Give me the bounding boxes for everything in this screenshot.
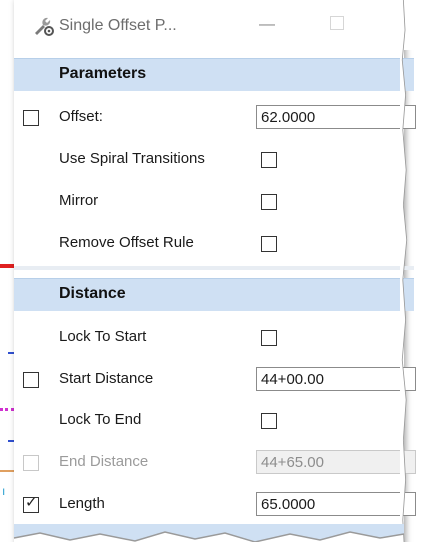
torn-edge-bottom — [0, 524, 425, 550]
remove-offset-rule-label: Remove Offset Rule — [59, 234, 194, 251]
end-distance-row: End Distance 44+65.00 — [14, 445, 416, 479]
offset-label: Offset: — [59, 108, 103, 125]
lock-to-start-label: Lock To Start — [59, 328, 147, 345]
use-spiral-transitions-label: Use Spiral Transitions — [59, 150, 205, 167]
use-spiral-transitions-row: Use Spiral Transitions — [14, 142, 414, 176]
window-title: Single Offset P... — [59, 17, 177, 34]
distance-section-header[interactable]: Distance — [14, 278, 414, 311]
start-distance-field[interactable]: 44+00.00 — [256, 367, 416, 391]
end-distance-field: 44+65.00 — [256, 450, 416, 474]
offset-field[interactable]: 62.0000 — [256, 105, 416, 129]
start-distance-lock-checkbox[interactable] — [23, 372, 39, 388]
parameters-header-label: Parameters — [59, 65, 147, 82]
mirror-label: Mirror — [59, 192, 99, 209]
offset-lock-checkbox[interactable] — [23, 110, 39, 126]
lock-to-start-row: Lock To Start — [14, 320, 414, 354]
use-spiral-transitions-checkbox[interactable] — [261, 152, 277, 168]
canvas-magenta-dash — [0, 408, 14, 414]
checkmark-icon: ✓ — [25, 494, 38, 511]
distance-header-label: Distance — [59, 285, 126, 302]
length-field[interactable]: 65.0000 — [256, 492, 416, 516]
length-row: ✓ Length 65.0000 — [14, 487, 416, 521]
start-distance-label: Start Distance — [59, 370, 154, 387]
remove-offset-rule-checkbox[interactable] — [261, 236, 277, 252]
offset-row: Offset: 62.0000 — [14, 100, 416, 134]
end-distance-lock-checkbox — [23, 455, 39, 471]
mirror-checkbox[interactable] — [261, 194, 277, 210]
torn-edge-right — [400, 0, 408, 550]
length-label: Length — [59, 495, 105, 512]
maximize-button[interactable] — [330, 16, 344, 30]
canvas-orange-line — [0, 470, 14, 472]
lock-to-start-checkbox[interactable] — [261, 330, 277, 346]
wrench-gear-icon — [35, 17, 54, 36]
lock-to-end-row: Lock To End — [14, 403, 414, 437]
start-distance-row: Start Distance 44+00.00 — [14, 362, 416, 396]
minimize-button[interactable]: — — [256, 16, 278, 34]
single-offset-dialog: Single Offset P... — Parameters Offset: … — [14, 0, 416, 550]
length-lock-checkbox[interactable]: ✓ — [23, 494, 39, 513]
mirror-row: Mirror — [14, 184, 414, 218]
lock-to-end-checkbox[interactable] — [261, 413, 277, 429]
parameters-section-header[interactable]: Parameters — [14, 58, 414, 91]
title-bar[interactable]: Single Offset P... — — [14, 0, 414, 50]
canvas-cyan-glyph: ı — [2, 484, 6, 498]
end-distance-label: End Distance — [59, 453, 149, 470]
section-separator — [14, 266, 414, 270]
remove-offset-rule-row: Remove Offset Rule — [14, 226, 414, 260]
lock-to-end-label: Lock To End — [59, 411, 142, 428]
